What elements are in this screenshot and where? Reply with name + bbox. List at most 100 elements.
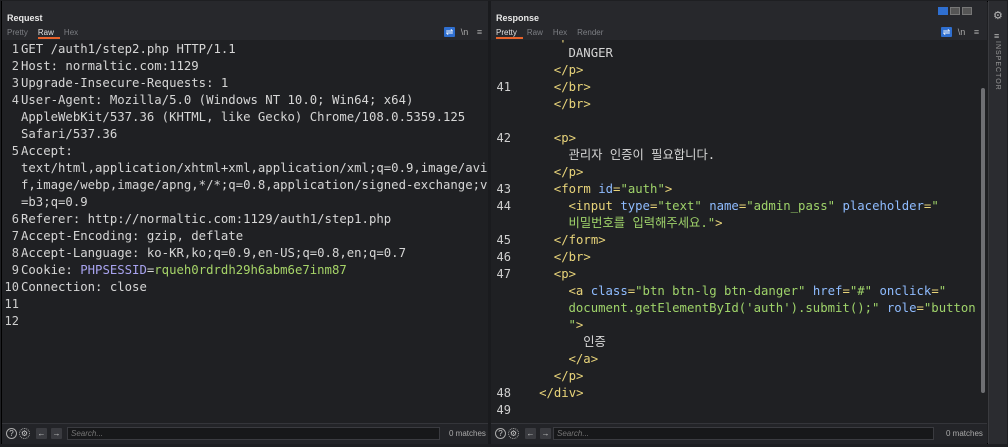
response-line: 관리자 인증이 필요합니다. bbox=[491, 147, 987, 164]
tab-render[interactable]: Render bbox=[577, 28, 609, 39]
code-token: 인증 bbox=[583, 335, 606, 349]
layout-tabs-icon[interactable] bbox=[962, 7, 972, 15]
tab-raw[interactable]: Raw bbox=[37, 28, 60, 39]
next-match-icon[interactable]: → bbox=[51, 428, 62, 439]
response-line-text: </p> bbox=[554, 62, 584, 79]
response-line: 48 </div> bbox=[491, 385, 987, 402]
response-line: 46 </br> bbox=[491, 249, 987, 266]
response-line-text: </p> bbox=[554, 368, 584, 385]
request-line: 5 Accept: bbox=[2, 143, 488, 160]
response-line: </p> bbox=[491, 164, 987, 181]
help-icon[interactable]: ? bbox=[495, 428, 506, 439]
settings-icon[interactable]: ⚙ bbox=[508, 428, 519, 439]
response-editor[interactable]: 40<p class="lead">DANGER</p>41</br></br>… bbox=[491, 40, 987, 424]
code-token: "auth" bbox=[620, 182, 665, 196]
code-token: 비밀번호를 입력해주세요." bbox=[568, 216, 716, 230]
response-line-text: document.getElementById('auth').submit()… bbox=[569, 300, 976, 317]
request-title: Request bbox=[7, 13, 43, 23]
response-line-text: 인증 bbox=[583, 334, 606, 351]
layout-side-by-side-icon[interactable] bbox=[938, 7, 948, 15]
code-token: <p> bbox=[553, 131, 577, 145]
prev-match-icon[interactable]: ← bbox=[36, 428, 47, 439]
request-search-input[interactable] bbox=[67, 427, 440, 440]
code-token: > bbox=[575, 318, 584, 332]
cookie-value: rqueh0rdrdh29h6abm6e7inm87 bbox=[154, 263, 347, 277]
line-number: 5 bbox=[11, 144, 19, 158]
code-token: </a> bbox=[568, 352, 599, 366]
tab-pretty[interactable]: Pretty bbox=[496, 28, 523, 39]
code-token: "#" bbox=[849, 284, 873, 298]
request-line: =b3;q=0.9 bbox=[2, 194, 488, 211]
line-number: 8 bbox=[11, 246, 19, 260]
request-line: 8 Accept-Language: ko-KR,ko;q=0.9,en-US;q… bbox=[2, 245, 488, 262]
code-token: type bbox=[620, 199, 650, 213]
response-line-text: </div> bbox=[539, 385, 583, 402]
line-number: 6 bbox=[11, 212, 19, 226]
tab-hex[interactable]: Hex bbox=[553, 28, 573, 39]
request-match-count: 0 matches bbox=[449, 429, 486, 438]
response-line bbox=[491, 113, 987, 130]
request-line-text: Accept-Language: ko-KR,ko;q=0.9,en-US;q=… bbox=[21, 246, 406, 260]
request-line: 2 Host: normaltic.com:1129 bbox=[2, 58, 488, 75]
request-editor[interactable]: 1 GET /auth1/step2.php HTTP/1.1 2 Host: nor… bbox=[2, 40, 488, 424]
tab-pretty[interactable]: Pretty bbox=[7, 28, 34, 39]
settings-icon[interactable]: ⚙ bbox=[19, 428, 30, 439]
wrap-icon[interactable]: ⇌ bbox=[941, 27, 952, 37]
response-line-text: "> bbox=[569, 317, 584, 334]
response-line: "> bbox=[491, 317, 987, 334]
code-token: <a bbox=[568, 284, 591, 298]
request-line-text: =b3;q=0.9 bbox=[21, 195, 88, 209]
help-icon[interactable]: ? bbox=[6, 428, 17, 439]
code-token: "btn btn-lg btn-danger" bbox=[635, 284, 806, 298]
response-line-text: 비밀번호를 입력해주세요."> bbox=[569, 215, 723, 232]
response-line: 인증 bbox=[491, 334, 987, 351]
response-line: 44 <input type="text" name="admin_pass" p… bbox=[491, 198, 987, 215]
next-match-icon[interactable]: → bbox=[540, 428, 551, 439]
response-line: </a> bbox=[491, 351, 987, 368]
response-line: 47 <p> bbox=[491, 266, 987, 283]
response-line: </br> bbox=[491, 96, 987, 113]
prev-match-icon[interactable]: ← bbox=[525, 428, 536, 439]
request-line-text: f,image/webp,image/apng,*/*;q=0.8,applic… bbox=[21, 178, 488, 192]
code-token: " bbox=[931, 199, 939, 213]
code-token: <input bbox=[568, 199, 621, 213]
request-line: text/html,application/xhtml+xml,applicat… bbox=[2, 160, 488, 177]
line-number: 1 bbox=[11, 42, 19, 56]
code-token: </form> bbox=[553, 233, 606, 247]
request-line: 3 Upgrade-Insecure-Requests: 1 bbox=[2, 75, 488, 92]
tab-raw[interactable]: Raw bbox=[527, 28, 549, 39]
response-title: Response bbox=[496, 13, 540, 23]
newline-icon[interactable]: \n bbox=[956, 27, 967, 37]
inspector-label[interactable]: INSPECTOR bbox=[994, 41, 1001, 91]
response-search-input[interactable] bbox=[553, 427, 934, 440]
line-number: 12 bbox=[4, 314, 19, 328]
response-line-text: DANGER bbox=[569, 45, 613, 62]
line-number: 4 bbox=[11, 93, 19, 107]
code-token: = bbox=[916, 301, 924, 315]
code-token: 관리자 인증이 필요합니다. bbox=[568, 148, 716, 162]
request-line: 7 Accept-Encoding: gzip, deflate bbox=[2, 228, 488, 245]
response-line: </p> bbox=[491, 368, 987, 385]
response-line-text: </br> bbox=[554, 96, 591, 113]
code-token: "lead" bbox=[620, 40, 664, 43]
request-line: 11 bbox=[2, 296, 488, 313]
gear-icon[interactable]: ⚙ bbox=[993, 9, 1003, 22]
layout-stacked-icon[interactable] bbox=[950, 7, 960, 15]
wrap-icon[interactable]: ⇌ bbox=[444, 27, 455, 37]
response-match-count: 0 matches bbox=[946, 429, 983, 438]
response-line: <a class="btn btn-lg btn-danger" href="#… bbox=[491, 283, 987, 300]
response-line-text: <input type="text" name="admin_pass" pla… bbox=[569, 198, 939, 215]
line-number: 44 bbox=[496, 199, 511, 213]
code-token: > bbox=[664, 182, 673, 196]
request-line: 10 Connection: close bbox=[2, 279, 488, 296]
menu-icon[interactable]: ≡ bbox=[474, 27, 485, 37]
newline-icon[interactable]: \n bbox=[459, 27, 470, 37]
response-line: </p> bbox=[491, 62, 987, 79]
code-token: > bbox=[665, 40, 672, 43]
code-token: = bbox=[931, 284, 939, 298]
tab-hex[interactable]: Hex bbox=[64, 28, 84, 39]
menu-icon[interactable]: ≡ bbox=[971, 27, 982, 37]
menu-icon[interactable]: ≡ bbox=[994, 31, 999, 41]
line-number: 48 bbox=[496, 386, 511, 400]
